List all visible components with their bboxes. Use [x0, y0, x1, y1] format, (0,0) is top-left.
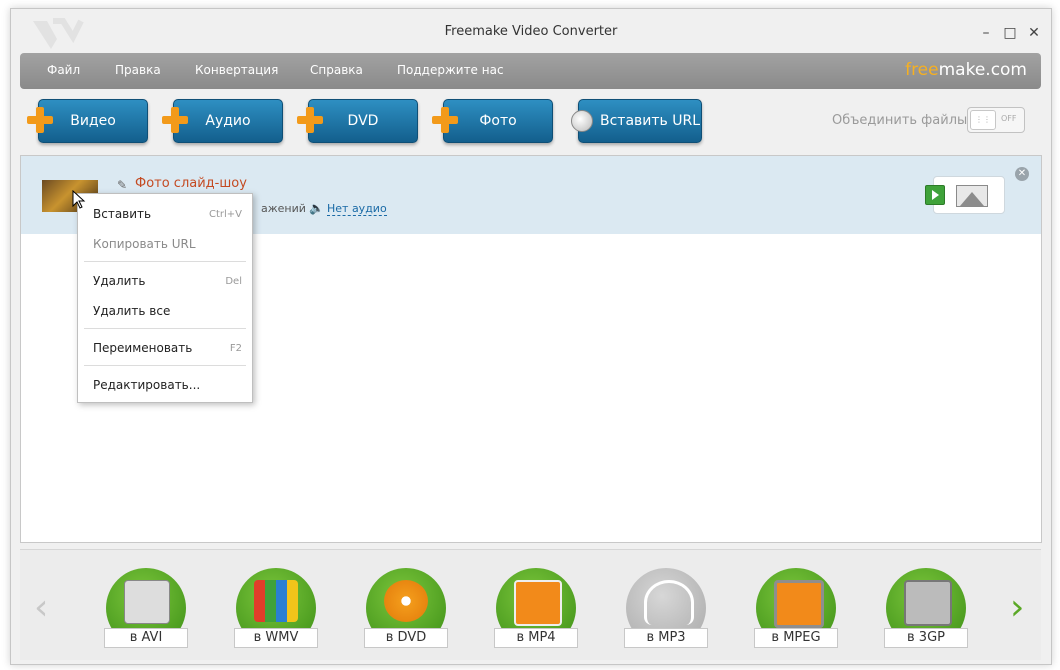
add-dvd-label: DVD [347, 113, 379, 129]
plus-icon [162, 107, 188, 133]
format-mp4-label: в MP4 [494, 628, 578, 648]
add-audio-button[interactable]: Аудио [173, 99, 283, 143]
ctx-paste[interactable]: Вставить Ctrl+V [78, 201, 252, 227]
brand-free: free [905, 60, 939, 80]
menu-support[interactable]: Поддержите нас [397, 63, 504, 77]
disc-icon [384, 580, 428, 622]
format-dvd[interactable]: в DVD [364, 562, 448, 650]
ctx-edit[interactable]: Редактировать... [78, 372, 252, 398]
maximize-button[interactable]: □ [999, 23, 1021, 43]
toolbar: Видео Аудио DVD Фото Вставить URL Объеди… [11, 97, 1051, 147]
ctx-delete-all[interactable]: Удалить все [78, 298, 252, 324]
ctx-rename-label: Переименовать [93, 341, 193, 355]
ctx-delete-shortcut: Del [225, 276, 242, 287]
add-dvd-button[interactable]: DVD [308, 99, 418, 143]
context-menu: Вставить Ctrl+V Копировать URL Удалить D… [77, 193, 253, 403]
close-button[interactable]: ✕ [1023, 23, 1045, 43]
windows-media-icon [254, 580, 298, 622]
next-formats-icon[interactable]: › [1010, 590, 1024, 626]
file-title[interactable]: Фото слайд-шоу [135, 176, 247, 191]
ctx-paste-shortcut: Ctrl+V [208, 209, 242, 220]
headphones-icon [644, 580, 694, 625]
ctx-rename[interactable]: Переименовать F2 [78, 335, 252, 361]
menu-bar: Файл Правка Конвертация Справка Поддержи… [20, 53, 1041, 89]
add-photo-label: Фото [479, 113, 517, 129]
menu-help[interactable]: Справка [310, 63, 363, 77]
format-wmv[interactable]: в WMV [234, 562, 318, 650]
brand-logo[interactable]: freemake.com [905, 60, 1027, 80]
remove-file-icon[interactable]: ✕ [1015, 167, 1029, 181]
add-audio-label: Аудио [205, 113, 251, 129]
format-mp3[interactable]: в MP3 [624, 562, 708, 650]
format-avi[interactable]: в AVI [104, 562, 188, 650]
plus-icon [297, 107, 323, 133]
ctx-paste-label: Вставить [93, 207, 152, 221]
ctx-delete-all-label: Удалить все [93, 304, 171, 318]
plus-icon [432, 107, 458, 133]
mouse-cursor-icon [72, 190, 86, 209]
add-video-button[interactable]: Видео [38, 99, 148, 143]
ctx-rename-shortcut: F2 [229, 343, 242, 354]
merge-files-label: Объединить файлы [832, 113, 968, 128]
speaker-icon: 🔈 [309, 201, 324, 215]
pencil-icon[interactable]: ✎ [117, 178, 127, 192]
paste-url-label: Вставить URL [599, 113, 701, 129]
clapperboard-icon [124, 580, 170, 624]
title-bar: Freemake Video Converter – □ ✕ [11, 9, 1051, 55]
phone-icon [904, 580, 952, 626]
ctx-separator [84, 365, 246, 366]
preview-thumbnail[interactable] [925, 176, 1005, 214]
merge-toggle[interactable]: ⋮⋮ OFF [967, 107, 1025, 133]
ctx-copy-url[interactable]: Копировать URL [78, 231, 252, 257]
audio-link[interactable]: Нет аудио [327, 202, 387, 216]
menu-file[interactable]: Файл [47, 63, 80, 77]
paste-url-button[interactable]: Вставить URL [578, 99, 702, 143]
globe-icon [571, 110, 593, 132]
plus-icon [27, 107, 53, 133]
add-photo-button[interactable]: Фото [443, 99, 553, 143]
ctx-separator [84, 328, 246, 329]
media-player-icon [514, 580, 562, 626]
ctx-copy-url-label: Копировать URL [93, 237, 196, 251]
window-title: Freemake Video Converter [444, 24, 618, 39]
toggle-state: OFF [1001, 114, 1017, 123]
format-3gp[interactable]: в 3GP [884, 562, 968, 650]
file-info: ажений [261, 202, 306, 215]
format-mp4[interactable]: в MP4 [494, 562, 578, 650]
play-icon[interactable] [925, 185, 945, 205]
format-mpeg[interactable]: в MPEG [754, 562, 838, 650]
format-bar: ‹ в AVI в WMV в DVD в MP4 в MP3 в MPEG в… [20, 549, 1041, 660]
ctx-delete-label: Удалить [93, 274, 146, 288]
format-avi-label: в AVI [104, 628, 188, 648]
brand-rest: make.com [938, 60, 1027, 80]
menu-edit[interactable]: Правка [115, 63, 161, 77]
format-mpeg-label: в MPEG [754, 628, 838, 648]
ctx-separator [84, 261, 246, 262]
format-mp3-label: в MP3 [624, 628, 708, 648]
minimize-button[interactable]: – [975, 23, 997, 43]
format-wmv-label: в WMV [234, 628, 318, 648]
image-icon [956, 185, 988, 207]
add-video-label: Видео [70, 113, 116, 129]
menu-convert[interactable]: Конвертация [195, 63, 278, 77]
ctx-delete[interactable]: Удалить Del [78, 268, 252, 294]
format-3gp-label: в 3GP [884, 628, 968, 648]
format-dvd-label: в DVD [364, 628, 448, 648]
tv-icon [774, 580, 824, 628]
ctx-edit-label: Редактировать... [93, 378, 201, 392]
prev-formats-icon[interactable]: ‹ [34, 590, 48, 626]
toggle-grip-icon: ⋮⋮ [970, 110, 996, 130]
